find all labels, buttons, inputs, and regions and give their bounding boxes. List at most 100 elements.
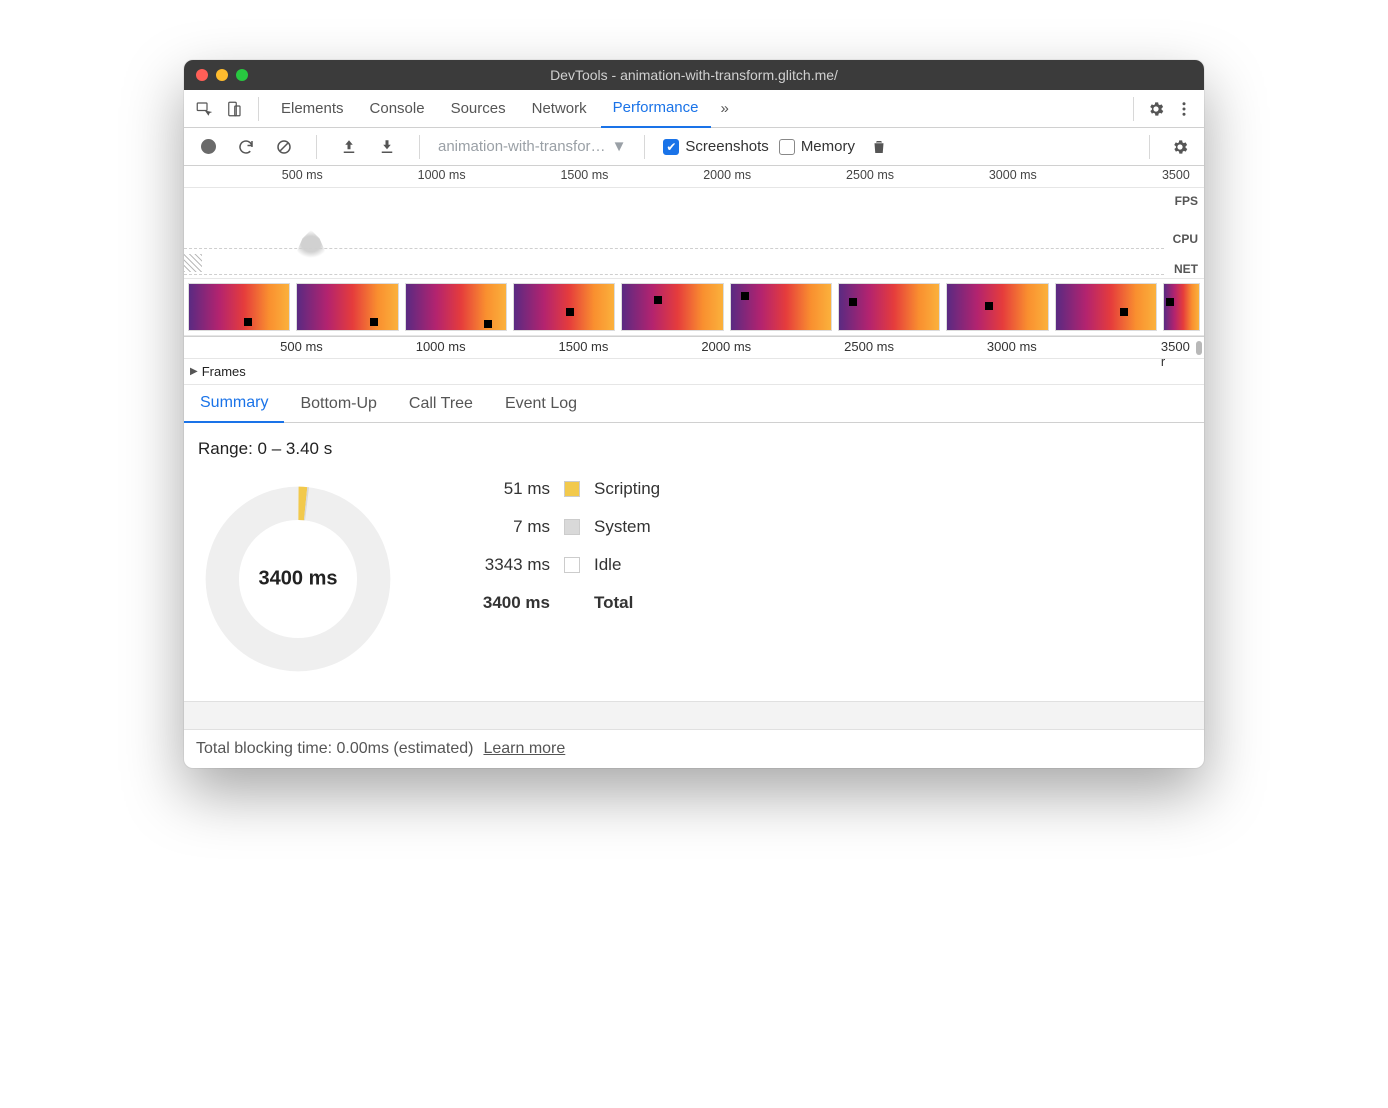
timeline-overview[interactable]: 500 ms 1000 ms 1500 ms 2000 ms 2500 ms 3… [184, 166, 1204, 337]
tabs-overflow-button[interactable]: » [713, 90, 737, 128]
capture-settings-icon[interactable] [1166, 133, 1194, 161]
legend-value: 7 ms [470, 517, 550, 537]
summary-panel: Range: 0 – 3.40 s 3400 ms 51 ms Scriptin… [184, 423, 1204, 701]
ruler-tick: 1500 ms [560, 168, 612, 182]
collect-garbage-button[interactable] [865, 133, 893, 161]
overview-divider [184, 274, 1164, 275]
separator [1133, 97, 1134, 121]
ruler-tick: 2500 ms [846, 168, 898, 182]
tab-label: Console [370, 100, 425, 117]
flamechart-ruler: 500 ms 1000 ms 1500 ms 2000 ms 2500 ms 3… [184, 337, 1204, 359]
ruler-tick: 2000 ms [703, 168, 755, 182]
details-subtabs: Summary Bottom-Up Call Tree Event Log [184, 385, 1204, 423]
overview-cpu-label: CPU [1173, 232, 1198, 246]
ruler-tick: 1000 ms [418, 168, 470, 182]
ruler-tick: 1500 ms [559, 339, 613, 354]
ruler-tick: 500 ms [280, 339, 327, 354]
summary-legend: 51 ms Scripting 7 ms System 3343 ms Idle… [470, 479, 660, 613]
checkbox-unchecked-icon [779, 139, 795, 155]
screenshot-thumb[interactable] [946, 283, 1048, 331]
footer-bar: Total blocking time: 0.00ms (estimated) … [184, 729, 1204, 768]
zoom-window-button[interactable] [236, 69, 248, 81]
screenshot-thumb[interactable] [838, 283, 940, 331]
legend-total-value: 3400 ms [470, 593, 550, 613]
screenshot-thumb[interactable] [1055, 283, 1157, 331]
legend-swatch-system [564, 519, 580, 535]
kebab-menu-icon[interactable] [1170, 95, 1198, 123]
ruler-tick: 1000 ms [416, 339, 470, 354]
clear-button[interactable] [270, 133, 298, 161]
frames-track-header[interactable]: ▶ Frames [184, 359, 1204, 385]
reload-button[interactable] [232, 133, 260, 161]
flamechart-area[interactable]: 500 ms 1000 ms 1500 ms 2000 ms 2500 ms 3… [184, 337, 1204, 385]
frames-label: Frames [202, 364, 246, 379]
screenshot-thumb[interactable] [296, 283, 398, 331]
separator [316, 135, 317, 159]
disclosure-triangle-icon: ▶ [190, 366, 198, 377]
overview-cpu-bump [294, 230, 328, 258]
overview-fps-label: FPS [1175, 194, 1198, 208]
subtab-label: Call Tree [409, 395, 473, 413]
memory-checkbox[interactable]: Memory [779, 138, 855, 155]
screenshot-thumb[interactable] [405, 283, 507, 331]
ruler-tick: 3500 r [1161, 339, 1194, 369]
tab-label: Network [532, 100, 587, 117]
device-toolbar-icon[interactable] [220, 95, 248, 123]
load-profile-button[interactable] [335, 133, 363, 161]
learn-more-link[interactable]: Learn more [483, 740, 565, 758]
save-profile-button[interactable] [373, 133, 401, 161]
tab-sources[interactable]: Sources [439, 90, 518, 128]
legend-value: 51 ms [470, 479, 550, 499]
ruler-tick: 3000 ms [989, 168, 1041, 182]
performance-toolbar: animation-with-transfor… ▼ ✔ Screenshots… [184, 128, 1204, 166]
separator [1149, 135, 1150, 159]
legend-swatch-idle [564, 557, 580, 573]
devtools-window: DevTools - animation-with-transform.glit… [184, 60, 1204, 768]
scrollbar-thumb[interactable] [1196, 341, 1202, 355]
screenshots-checkbox[interactable]: ✔ Screenshots [663, 138, 768, 155]
summary-donut-chart: 3400 ms [198, 479, 398, 679]
tab-network[interactable]: Network [520, 90, 599, 128]
overview-divider [184, 248, 1164, 249]
tab-console[interactable]: Console [358, 90, 437, 128]
filmstrip [184, 278, 1204, 336]
legend-label: Idle [594, 555, 660, 575]
screenshot-thumb[interactable] [513, 283, 615, 331]
screenshot-thumb[interactable] [188, 283, 290, 331]
blocking-time-text: Total blocking time: 0.00ms (estimated) [196, 740, 473, 758]
titlebar: DevTools - animation-with-transform.glit… [184, 60, 1204, 90]
traffic-lights [196, 69, 248, 81]
recording-selector[interactable]: animation-with-transfor… ▼ [438, 138, 626, 155]
ruler-tick: 3000 ms [987, 339, 1041, 354]
overview-ruler: 500 ms 1000 ms 1500 ms 2000 ms 2500 ms 3… [184, 166, 1204, 188]
subtab-call-tree[interactable]: Call Tree [393, 385, 489, 423]
legend-swatch-scripting [564, 481, 580, 497]
tab-elements[interactable]: Elements [269, 90, 356, 128]
settings-icon[interactable] [1142, 95, 1170, 123]
inspect-element-icon[interactable] [190, 95, 218, 123]
screenshot-thumb[interactable] [621, 283, 723, 331]
screenshot-thumb[interactable] [1163, 283, 1200, 331]
minimize-window-button[interactable] [216, 69, 228, 81]
tab-label: Performance [613, 99, 699, 116]
chevron-double-right-icon: » [721, 100, 729, 117]
legend-total-label: Total [594, 593, 660, 613]
screenshot-thumb[interactable] [730, 283, 832, 331]
subtab-bottom-up[interactable]: Bottom-Up [284, 385, 392, 423]
close-window-button[interactable] [196, 69, 208, 81]
ruler-tick: 2000 ms [701, 339, 755, 354]
main-tabs-bar: Elements Console Sources Network Perform… [184, 90, 1204, 128]
drawer-gap [184, 701, 1204, 729]
record-button[interactable] [194, 133, 222, 161]
summary-range: Range: 0 – 3.40 s [198, 439, 1190, 459]
tab-performance[interactable]: Performance [601, 90, 711, 128]
ruler-tick: 500 ms [282, 168, 327, 182]
subtab-summary[interactable]: Summary [184, 385, 284, 423]
subtab-event-log[interactable]: Event Log [489, 385, 593, 423]
legend-label: System [594, 517, 660, 537]
ruler-tick: 3500 [1162, 168, 1194, 182]
overview-net-label: NET [1174, 262, 1198, 276]
subtab-label: Event Log [505, 395, 577, 413]
donut-center-value: 3400 ms [259, 568, 338, 591]
separator [644, 135, 645, 159]
